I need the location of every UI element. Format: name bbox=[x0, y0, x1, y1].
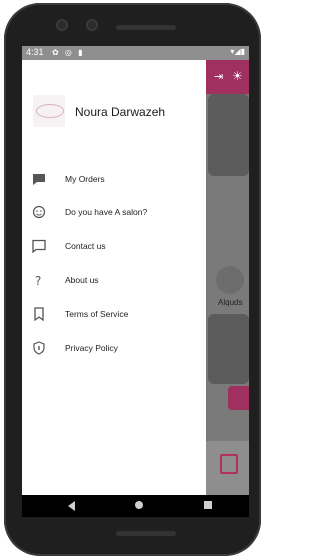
chat-icon bbox=[32, 239, 46, 253]
menu-item-label: About us bbox=[65, 275, 99, 285]
notification-icons: ✿ ◎ ▮ bbox=[52, 48, 85, 57]
system-icons: ▾◢▮ bbox=[230, 47, 245, 56]
menu-item-label: My Orders bbox=[65, 174, 105, 184]
menu-item-my-orders[interactable]: My Orders bbox=[22, 165, 206, 195]
cart-icon[interactable] bbox=[220, 454, 238, 474]
front-camera bbox=[56, 19, 68, 31]
salon-card[interactable] bbox=[208, 94, 249, 176]
logo-icon bbox=[36, 104, 64, 118]
chat-fab[interactable] bbox=[228, 386, 249, 410]
menu-item-label: Terms of Service bbox=[65, 309, 129, 319]
menu-item-contact-us[interactable]: Contact us bbox=[22, 232, 206, 262]
system-nav-bar bbox=[22, 495, 249, 517]
avatar bbox=[33, 95, 65, 127]
shield-icon bbox=[33, 341, 45, 355]
navigation-drawer: Noura Darwazeh My Orders Do you have A s… bbox=[22, 60, 206, 517]
sensor bbox=[86, 19, 98, 31]
recents-icon[interactable] bbox=[204, 501, 212, 509]
location-label: Alquds bbox=[218, 298, 243, 307]
status-bar: 4:31 ✿ ◎ ▮ ▾◢▮ bbox=[22, 46, 249, 60]
clock: 4:31 bbox=[26, 47, 44, 57]
screen: ⇥ ☀ Alquds 4:31 ✿ ◎ ▮ ▾◢▮ Noura Darwazeh… bbox=[22, 46, 249, 517]
menu-item-label: Privacy Policy bbox=[65, 343, 118, 353]
salon-icon bbox=[32, 205, 46, 219]
logout-icon[interactable]: ⇥ bbox=[214, 70, 223, 83]
home-icon[interactable] bbox=[135, 501, 143, 509]
salon-card[interactable] bbox=[208, 314, 249, 384]
bottom-speaker bbox=[116, 531, 176, 536]
bookmark-icon bbox=[34, 307, 44, 321]
theme-toggle-icon[interactable]: ☀ bbox=[232, 69, 243, 83]
location-pin-icon bbox=[216, 266, 244, 294]
back-icon[interactable] bbox=[68, 501, 75, 511]
user-name: Noura Darwazeh bbox=[75, 105, 166, 119]
menu-item-label: Contact us bbox=[65, 241, 106, 251]
svg-text:?: ? bbox=[35, 274, 41, 287]
menu-item-salon[interactable]: Do you have A salon? bbox=[22, 198, 206, 228]
menu-item-label: Do you have A salon? bbox=[65, 207, 148, 217]
orders-icon bbox=[33, 174, 45, 185]
background-app: ⇥ ☀ Alquds bbox=[206, 46, 249, 517]
menu-item-about-us[interactable]: ? About us bbox=[22, 266, 206, 296]
app-bar: ⇥ ☀ bbox=[206, 60, 249, 94]
menu-item-privacy[interactable]: Privacy Policy bbox=[22, 334, 206, 364]
help-icon: ? bbox=[35, 274, 41, 287]
menu-item-terms[interactable]: Terms of Service bbox=[22, 300, 206, 330]
earpiece-speaker bbox=[116, 25, 176, 30]
